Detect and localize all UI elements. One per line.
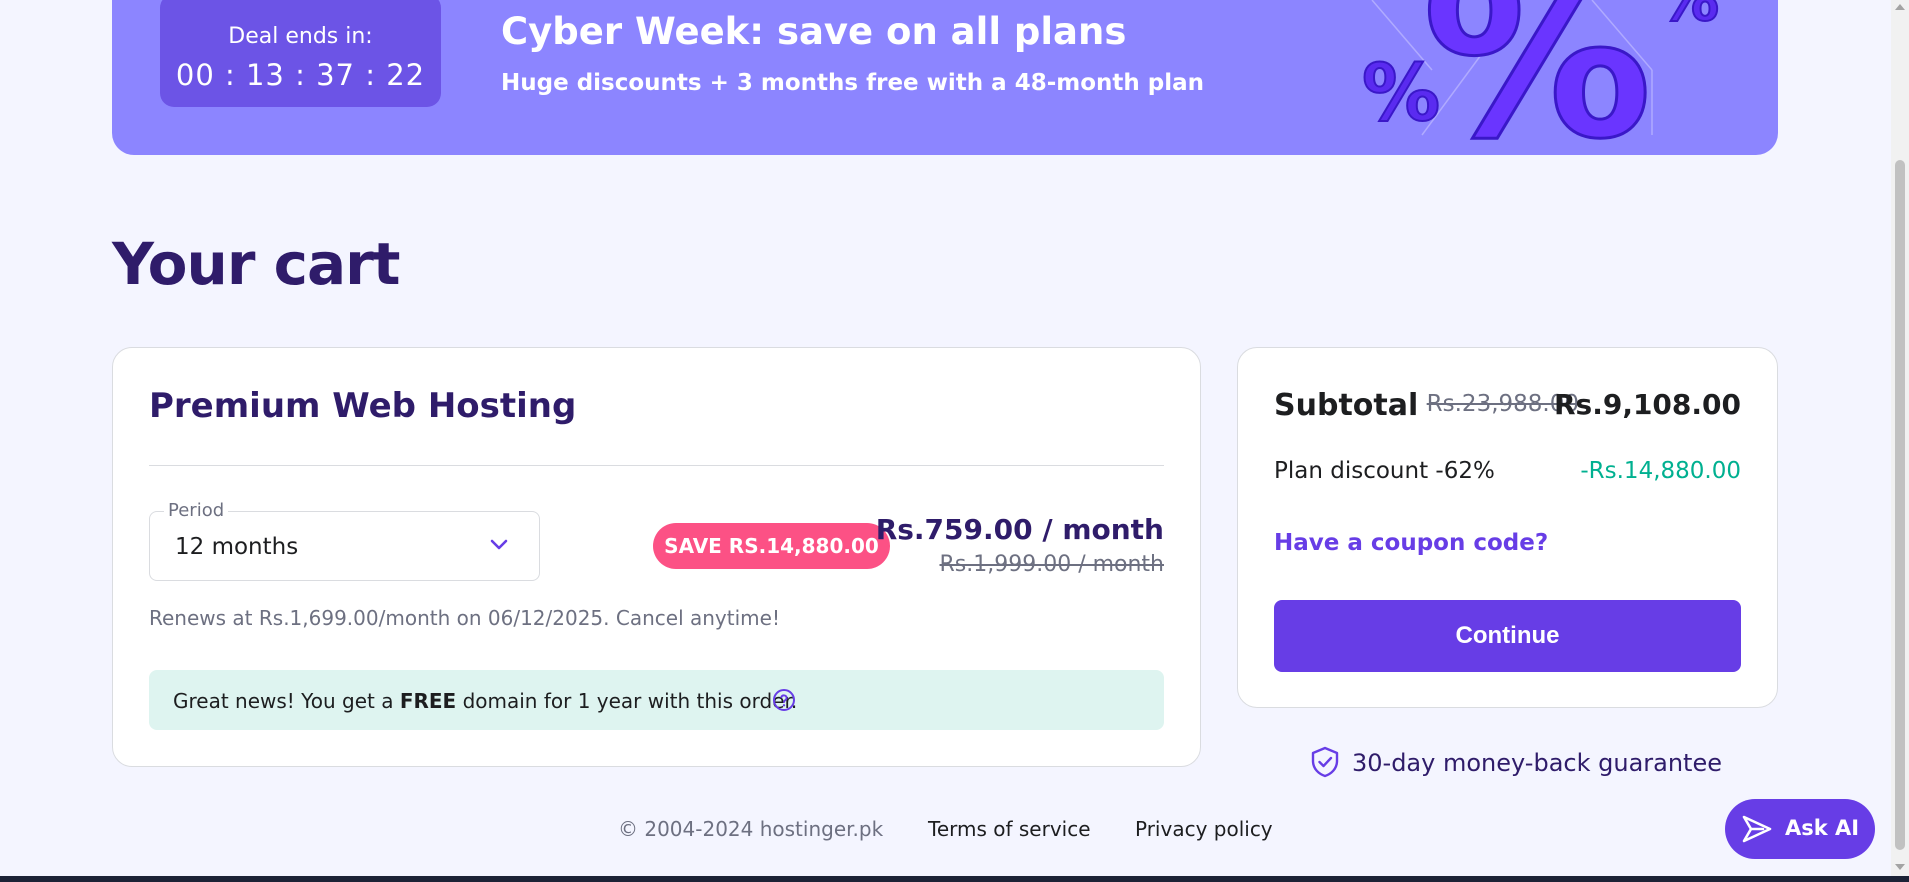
privacy-policy-link[interactable]: Privacy policy — [1135, 817, 1273, 841]
guarantee-text: 30-day money-back guarantee — [1352, 749, 1722, 777]
price-per-month: Rs.759.00 / month — [875, 513, 1164, 546]
svg-text:%: % — [1657, 0, 1719, 35]
domain-text-prefix: Great news! You get a — [173, 689, 400, 713]
ai-sparkle-icon — [1742, 815, 1772, 843]
copyright: © 2004-2024 hostinger.pk — [618, 817, 884, 841]
page: Deal ends in: 00 : 13 : 37 : 22 Cyber We… — [0, 0, 1891, 876]
period-value: 12 months — [175, 534, 299, 560]
chevron-down-icon — [490, 539, 508, 550]
deal-countdown: Deal ends in: 00 : 13 : 37 : 22 — [160, 0, 441, 107]
coupon-link[interactable]: Have a coupon code? — [1274, 530, 1548, 556]
deal-timer: 00 : 13 : 37 : 22 — [175, 58, 426, 92]
subtotal-value: Rs.9,108.00 — [1553, 388, 1741, 421]
ask-ai-button[interactable]: Ask AI — [1725, 799, 1875, 859]
free-domain-text: Great news! You get a FREE domain for 1 … — [173, 689, 797, 713]
discount-value: -Rs.14,880.00 — [1580, 458, 1741, 484]
period-label: Period — [164, 500, 229, 521]
domain-text-suffix: domain for 1 year with this order. — [456, 689, 798, 713]
promo-banner[interactable]: Deal ends in: 00 : 13 : 37 : 22 Cyber We… — [112, 0, 1778, 155]
question-icon[interactable] — [772, 688, 796, 712]
discount-label: Plan discount -62% — [1274, 458, 1495, 484]
taskbar-edge — [0, 876, 1909, 882]
product-name: Premium Web Hosting — [149, 386, 577, 426]
renewal-info: Renews at Rs.1,699.00/month on 06/12/202… — [149, 606, 780, 630]
banner-subtitle: Huge discounts + 3 months free with a 48… — [501, 70, 1205, 96]
free-domain-notice: Great news! You get a FREE domain for 1 … — [149, 670, 1164, 730]
original-price: Rs.1,999.00 / month — [939, 552, 1164, 577]
scroll-down-arrow-icon[interactable] — [1895, 864, 1905, 870]
divider — [149, 465, 1164, 466]
ask-ai-label: Ask AI — [1785, 816, 1860, 840]
period-select[interactable]: Period 12 months — [149, 500, 540, 581]
vertical-scrollbar[interactable] — [1891, 0, 1909, 876]
order-summary: Subtotal Rs.23,988.00 Rs.9,108.00 Plan d… — [1237, 347, 1778, 708]
terms-of-service-link[interactable]: Terms of service — [928, 817, 1091, 841]
scroll-thumb[interactable] — [1895, 160, 1905, 850]
domain-text-free: FREE — [399, 689, 457, 713]
svg-text:%: % — [1422, 0, 1652, 155]
scroll-up-arrow-icon[interactable] — [1895, 4, 1905, 10]
percent-graphic: % % % — [1362, 0, 1720, 155]
continue-button[interactable]: Continue — [1274, 600, 1741, 672]
subtotal-label: Subtotal — [1274, 388, 1419, 423]
save-badge: SAVE RS.14,880.00 — [653, 523, 890, 569]
page-title: Your cart — [112, 230, 400, 298]
shield-check-icon — [1311, 746, 1339, 778]
deal-label: Deal ends in: — [228, 24, 373, 49]
banner-title: Cyber Week: save on all plans — [501, 10, 1127, 53]
cart-item-card: Premium Web Hosting Period 12 months SAV… — [112, 347, 1201, 767]
